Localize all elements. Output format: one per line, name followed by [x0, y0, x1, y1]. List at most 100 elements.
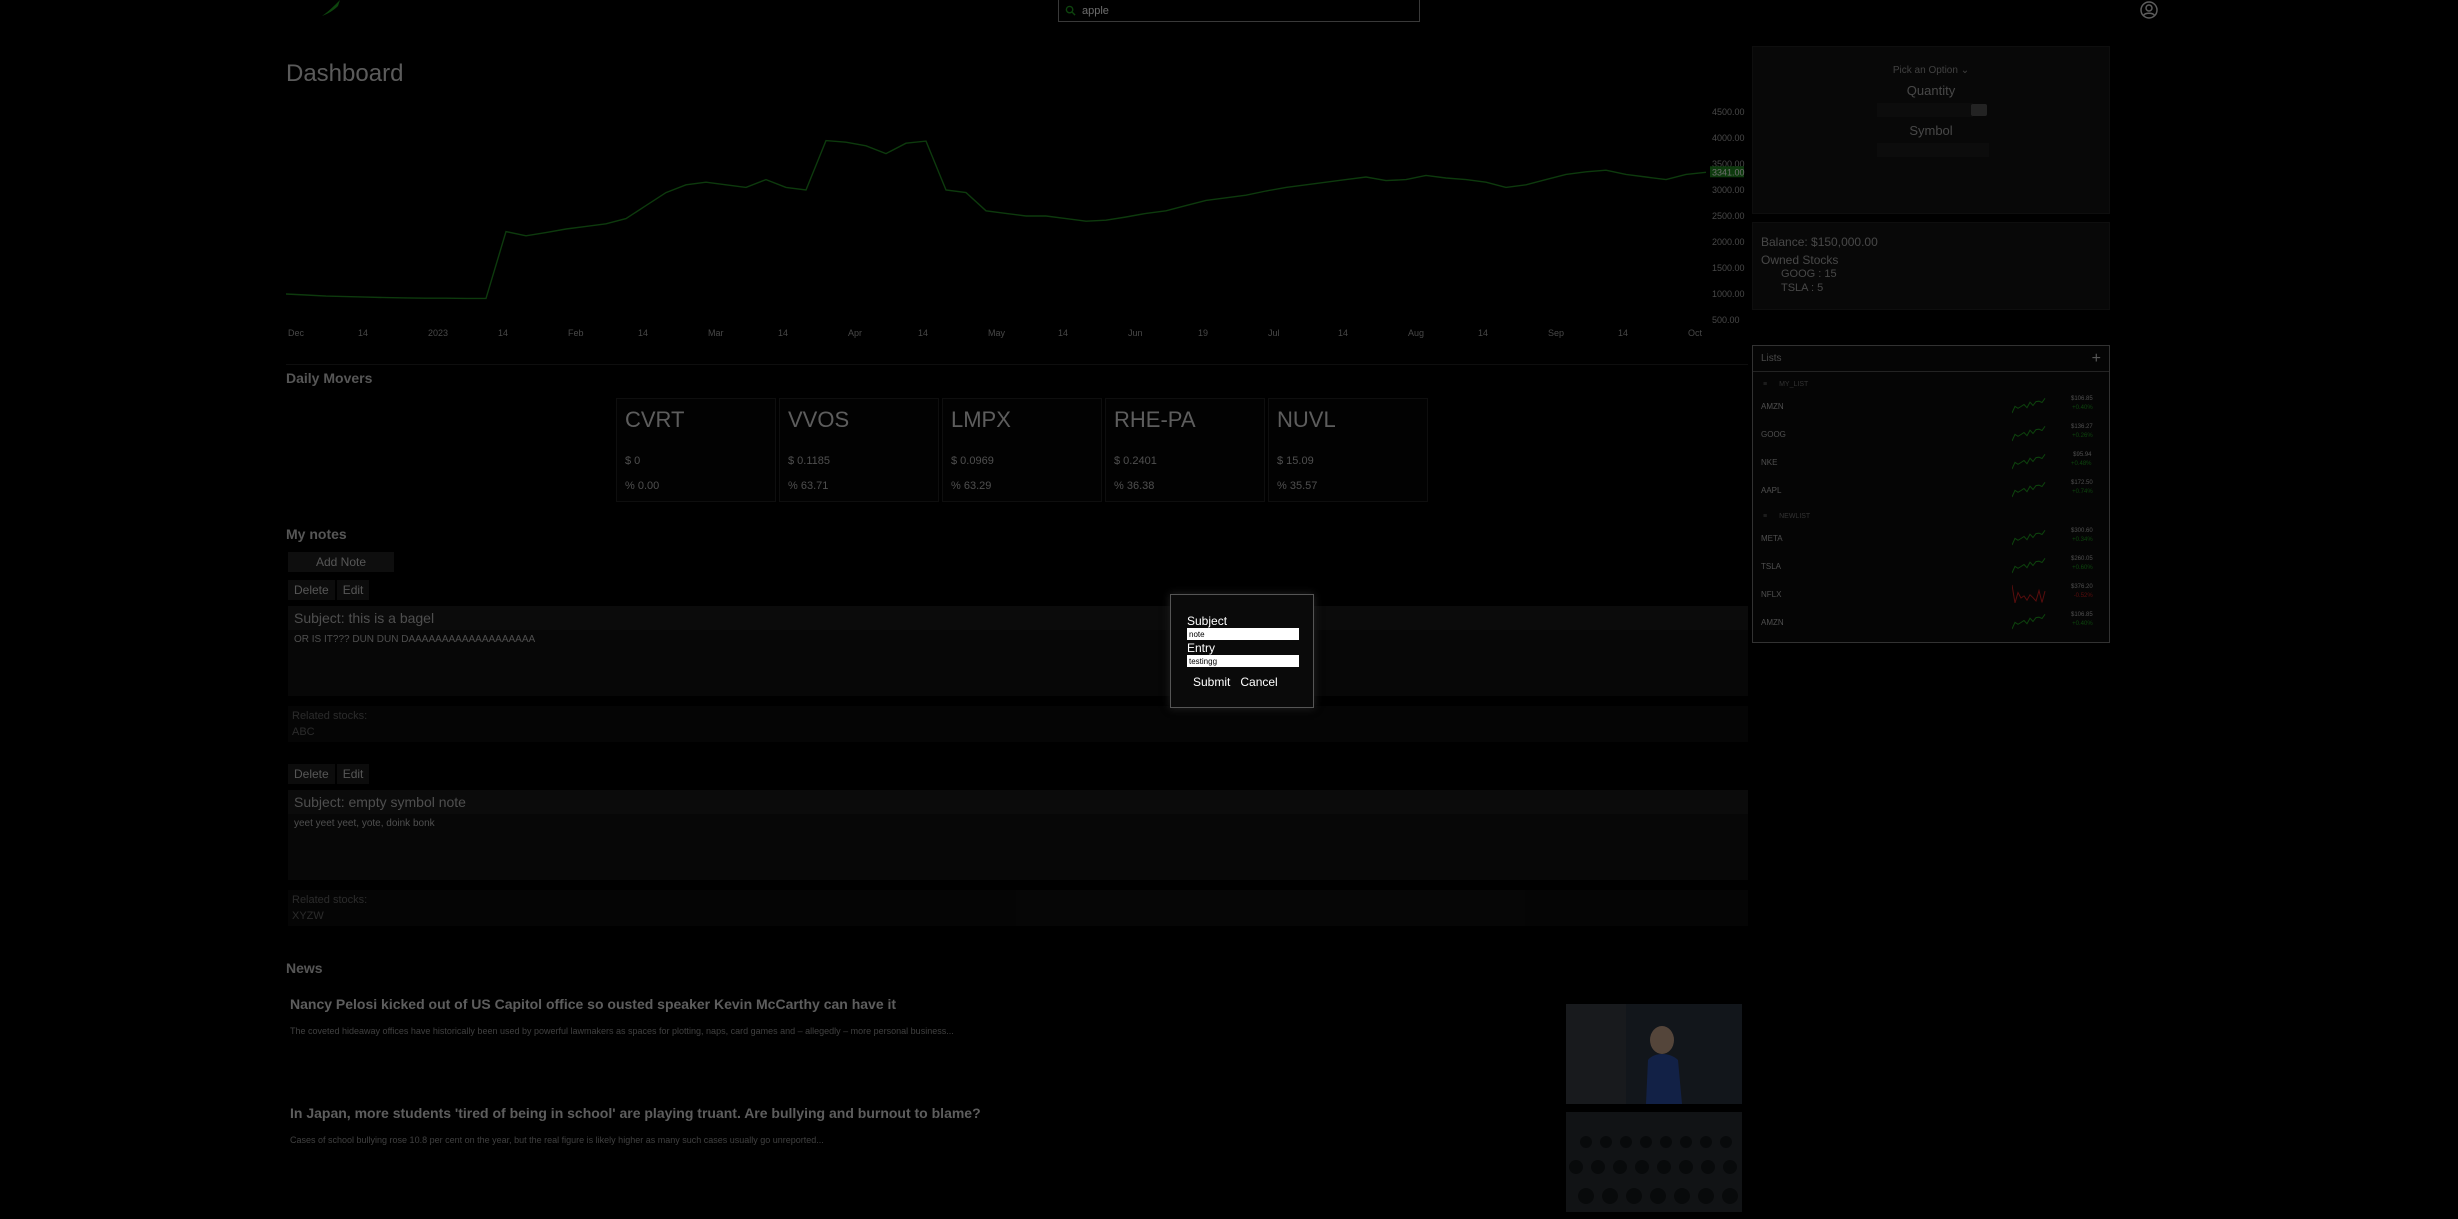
list-item[interactable]: AMZN $106.85 +0.40%: [1753, 392, 2109, 420]
x-tick-label: 19: [1198, 328, 1208, 338]
expand-icon[interactable]: ≡: [1763, 381, 1767, 388]
entry-input[interactable]: [1187, 655, 1299, 667]
add-note-button[interactable]: Add Note: [288, 552, 394, 572]
x-tick-label: Jun: [1128, 328, 1143, 338]
submit-button[interactable]: Submit: [1193, 675, 1230, 689]
expand-icon[interactable]: ≡: [1763, 513, 1767, 520]
list-group-header[interactable]: ≡ NEWLIST: [1753, 508, 2109, 524]
sparkline: [2012, 398, 2046, 414]
y-tick-label: 4000.00: [1712, 133, 1745, 143]
sparkline: [2012, 482, 2046, 498]
x-tick-label: 14: [1618, 328, 1628, 338]
mover-percent: % 63.71: [788, 480, 829, 492]
related-stocks-label: Related stocks:: [292, 894, 368, 906]
mover-card[interactable]: LMPX $ 0.0969 % 63.29: [942, 398, 1102, 502]
mover-card[interactable]: RHE-PA $ 0.2401 % 36.38: [1105, 398, 1265, 502]
list-item[interactable]: NKE $95.94 +0.48%: [1753, 448, 2109, 476]
x-tick-label: 14: [358, 328, 368, 338]
search-bar[interactable]: [1058, 0, 1420, 22]
quantity-input[interactable]: [1877, 103, 1973, 117]
news-item[interactable]: In Japan, more students 'tired of being …: [290, 1105, 1740, 1145]
x-tick-label: 14: [1058, 328, 1068, 338]
news-image[interactable]: [1566, 1004, 1742, 1104]
list-item[interactable]: META $300.60 +0.34%: [1753, 524, 2109, 552]
list-group-header[interactable]: ≡ MY_LIST: [1753, 376, 2109, 392]
mover-card[interactable]: VVOS $ 0.1185 % 63.71: [779, 398, 939, 502]
mover-symbol: VVOS: [788, 407, 850, 432]
list-item[interactable]: AMZN $106.85 +0.40%: [1753, 608, 2109, 636]
news-blurb: The coveted hideaway offices have histor…: [290, 1026, 954, 1036]
delete-note-button[interactable]: Delete: [288, 764, 335, 784]
mover-percent: % 35.57: [1277, 480, 1318, 492]
sparkline: [2012, 454, 2046, 470]
mover-symbol: LMPX: [951, 407, 1011, 432]
list-item-symbol: TSLA: [1761, 561, 1782, 571]
related-stocks-label: Related stocks:: [292, 710, 368, 722]
sparkline: [2012, 584, 2046, 604]
add-list-button[interactable]: +: [2092, 350, 2101, 368]
list-item-price: $376.20: [2071, 584, 2093, 590]
edit-note-button[interactable]: Edit: [336, 580, 370, 600]
list-item-symbol: NFLX: [1761, 589, 1782, 599]
account-icon[interactable]: [2139, 0, 2159, 20]
y-tick-label: 2000.00: [1712, 237, 1745, 247]
list-item-change: +0.48%: [2071, 461, 2092, 467]
list-item-change: +0.60%: [2072, 565, 2093, 571]
mover-price: $ 0.2401: [1114, 455, 1157, 467]
note-entry: yeet yeet yeet, yote, doink bonk: [288, 814, 1748, 880]
page-title: Dashboard: [286, 60, 404, 87]
subject-input[interactable]: [1187, 628, 1299, 640]
mover-price: $ 0: [625, 455, 641, 467]
news-headline[interactable]: Nancy Pelosi kicked out of US Capitol of…: [290, 996, 1740, 1012]
sparkline: [2012, 426, 2046, 442]
list-item[interactable]: GOOG $136.27 +0.26%: [1753, 420, 2109, 448]
chevron-down-icon: ⌄: [1960, 65, 1970, 76]
mover-card[interactable]: CVRT $ 0 % 0.00: [616, 398, 776, 502]
subject-label: Subject: [1187, 614, 1228, 628]
balance-text: Balance: $150,000.00: [1761, 235, 1878, 249]
note-subject: Subject: empty symbol note: [288, 790, 1748, 814]
note-modal: Subject Entry Submit Cancel: [1170, 594, 1314, 708]
related-stocks-value: ABC: [292, 726, 315, 738]
x-tick-label: Dec: [288, 328, 305, 338]
y-tick-label: 3000.00: [1712, 185, 1745, 195]
holding-item: TSLA : 5: [1781, 282, 1824, 294]
news-image[interactable]: [1566, 1112, 1742, 1212]
x-tick-label: 14: [918, 328, 928, 338]
list-item-price: $300.60: [2071, 528, 2093, 534]
list-item-symbol: NKE: [1761, 457, 1778, 467]
list-item-change: -0.52%: [2073, 593, 2093, 599]
cancel-button[interactable]: Cancel: [1240, 675, 1277, 689]
mover-card[interactable]: NUVL $ 15.09 % 35.57: [1268, 398, 1428, 502]
list-item-price: $95.94: [2073, 452, 2092, 458]
x-tick-label: 14: [638, 328, 648, 338]
news-title: News: [286, 960, 323, 976]
mover-symbol: CVRT: [625, 407, 685, 432]
option-select[interactable]: Pick an Option ⌄: [1753, 65, 2109, 76]
y-tick-label: 1500.00: [1712, 263, 1745, 273]
y-tick-label: 1000.00: [1712, 289, 1745, 299]
news-blurb: Cases of school bullying rose 10.8 per c…: [290, 1135, 824, 1145]
news-item[interactable]: Nancy Pelosi kicked out of US Capitol of…: [290, 996, 1740, 1036]
list-item-symbol: AMZN: [1761, 617, 1784, 627]
list-group-name: MY_LIST: [1779, 380, 1809, 388]
search-input[interactable]: [1082, 4, 1402, 17]
list-item-change: +0.34%: [2072, 537, 2093, 543]
list-item[interactable]: AAPL $172.50 +0.74%: [1753, 476, 2109, 504]
edit-note-button[interactable]: Edit: [336, 764, 370, 784]
news-headline[interactable]: In Japan, more students 'tired of being …: [290, 1105, 1740, 1121]
x-tick-label: Feb: [568, 328, 584, 338]
symbol-input[interactable]: [1877, 143, 1989, 157]
entry-label: Entry: [1187, 641, 1216, 655]
list-item[interactable]: NFLX $376.20 -0.52%: [1753, 580, 2109, 608]
delete-note-button[interactable]: Delete: [288, 580, 335, 600]
mover-symbol: RHE-PA: [1114, 407, 1196, 432]
list-item[interactable]: TSLA $260.05 +0.60%: [1753, 552, 2109, 580]
trade-panel: Pick an Option ⌄ Quantity Symbol: [1752, 46, 2110, 214]
symbol-label: Symbol: [1909, 123, 1953, 138]
logo-icon[interactable]: [320, 0, 342, 18]
chart-series-line: [286, 139, 1707, 300]
list-item-price: $106.85: [2071, 612, 2093, 618]
portfolio-chart[interactable]: 4500.004000.003500.003000.002500.002000.…: [286, 100, 1746, 345]
quantity-toggle[interactable]: [1971, 104, 1987, 116]
